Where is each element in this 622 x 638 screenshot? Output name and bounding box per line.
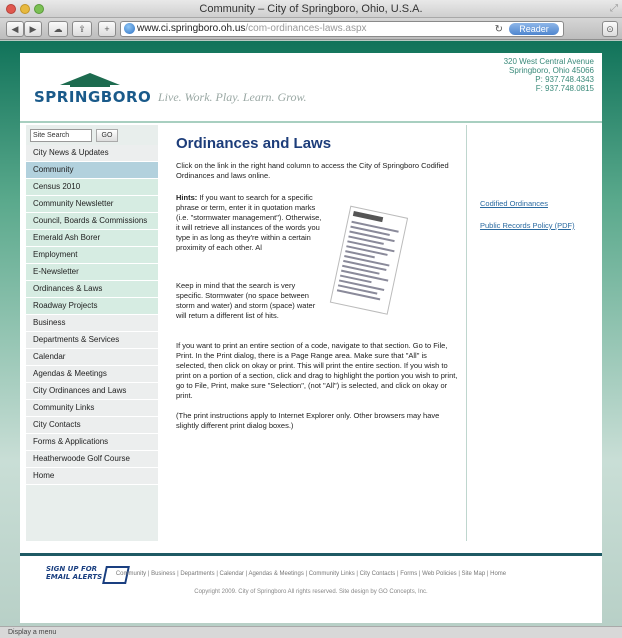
sidebar-nav: City News & Updates Community Census 2010 C… [26, 145, 158, 485]
header-divider [20, 121, 602, 123]
address-line: Springboro, Ohio 45066 [509, 66, 594, 75]
right-column-divider [466, 125, 467, 541]
site-header: SPRINGBORO Live. Work. Play. Learn. Grow… [20, 53, 602, 106]
site-container: SPRINGBORO Live. Work. Play. Learn. Grow… [20, 53, 602, 623]
sidebar-item[interactable]: Community [26, 162, 158, 179]
window-title: Community – City of Springboro, Ohio, U.… [199, 3, 423, 15]
sidebar-item[interactable]: Council, Boards & Commissions [26, 213, 158, 230]
sidebar-item[interactable]: Heatherwoode Golf Course [26, 451, 158, 468]
contact-address: 320 West Central Avenue Springboro, Ohio… [504, 57, 594, 93]
sidebar-item[interactable]: Roadway Projects [26, 298, 158, 315]
hints-body: If you want to search for a specific phr… [176, 193, 322, 252]
fax-line: F: 937.748.0815 [535, 84, 594, 93]
print-note-text: (The print instructions apply to Interne… [176, 411, 440, 430]
sidebar: Site Search GO City News & Updates Commun… [26, 125, 158, 584]
footer-nav[interactable]: Community | Business | Departments | Cal… [20, 571, 602, 577]
site-logo[interactable]: SPRINGBORO [34, 88, 151, 106]
phone-line: P: 937.748.4343 [535, 75, 594, 84]
sidebar-item[interactable]: Community Links [26, 400, 158, 417]
document-thumbnail [329, 205, 408, 315]
site-search-input[interactable]: Site Search [30, 128, 92, 142]
reload-icon[interactable]: ↻ [495, 23, 503, 36]
reader-button[interactable]: Reader [509, 23, 559, 35]
sidebar-item[interactable]: City Contacts [26, 417, 158, 434]
add-bookmark-button[interactable]: + [98, 21, 116, 37]
page-viewport: SPRINGBORO Live. Work. Play. Learn. Grow… [0, 41, 622, 626]
url-host: www.ci.springboro.oh.us [137, 23, 246, 34]
sidebar-item[interactable]: Departments & Services [26, 332, 158, 349]
browser-toolbar: ◀ ▶ ☁ ⇪ + www.ci.springboro.oh.us/com-or… [0, 18, 622, 40]
sidebar-item[interactable]: Emerald Ash Borer [26, 230, 158, 247]
print-instructions-text: If you want to print an entire section o… [176, 341, 458, 400]
intro-text: Click on the link in the right hand colu… [176, 161, 449, 180]
status-bar: Display a menu [0, 626, 622, 638]
sidebar-item[interactable]: City Ordinances and Laws [26, 383, 158, 400]
hints-text: Hints: If you want to search for a speci… [176, 193, 322, 253]
address-bar[interactable]: www.ci.springboro.oh.us/com-ordinances-l… [120, 21, 564, 37]
downloads-button[interactable]: ⊙ [602, 21, 618, 37]
footer-divider [20, 553, 602, 556]
sidebar-item[interactable]: Business [26, 315, 158, 332]
forward-button[interactable]: ▶ [24, 21, 42, 37]
copyright-text: Copyright 2009. City of Springboro All r… [194, 589, 428, 595]
right-column-links: Codified Ordinances Public Records Polic… [480, 199, 575, 243]
sidebar-item[interactable]: Forms & Applications [26, 434, 158, 451]
page-title: Ordinances and Laws [176, 135, 332, 152]
logo-bar-icon [70, 83, 110, 87]
site-tagline: Live. Work. Play. Learn. Grow. [158, 90, 307, 104]
address-line: 320 West Central Avenue [503, 57, 594, 66]
search-tip-text: Keep in mind that the search is very spe… [176, 281, 316, 320]
window-titlebar: Community – City of Springboro, Ohio, U.… [0, 0, 622, 18]
sidebar-item[interactable]: Calendar [26, 349, 158, 366]
share-button[interactable]: ⇪ [72, 21, 92, 37]
sidebar-item[interactable]: Community Newsletter [26, 196, 158, 213]
codified-ordinances-link[interactable]: Codified Ordinances [480, 199, 575, 208]
sidebar-item[interactable]: City News & Updates [26, 145, 158, 162]
sidebar-item[interactable]: Agendas & Meetings [26, 366, 158, 383]
sidebar-item[interactable]: Ordinances & Laws [26, 281, 158, 298]
url-path: /com-ordinances-laws.aspx [245, 23, 367, 34]
globe-icon [124, 23, 135, 34]
back-button[interactable]: ◀ [6, 21, 24, 37]
sidebar-item[interactable]: Home [26, 468, 158, 485]
fullscreen-icon[interactable]: ⤢ [610, 3, 618, 14]
sidebar-item[interactable]: Census 2010 [26, 179, 158, 196]
sidebar-item[interactable]: Employment [26, 247, 158, 264]
hints-label: Hints: [176, 193, 198, 202]
site-search-row: Site Search GO [26, 125, 158, 145]
icloud-tabs-button[interactable]: ☁ [48, 21, 68, 37]
sidebar-item[interactable]: E-Newsletter [26, 264, 158, 281]
public-records-policy-link[interactable]: Public Records Policy (PDF) [480, 221, 575, 230]
search-go-button[interactable]: GO [96, 128, 118, 142]
